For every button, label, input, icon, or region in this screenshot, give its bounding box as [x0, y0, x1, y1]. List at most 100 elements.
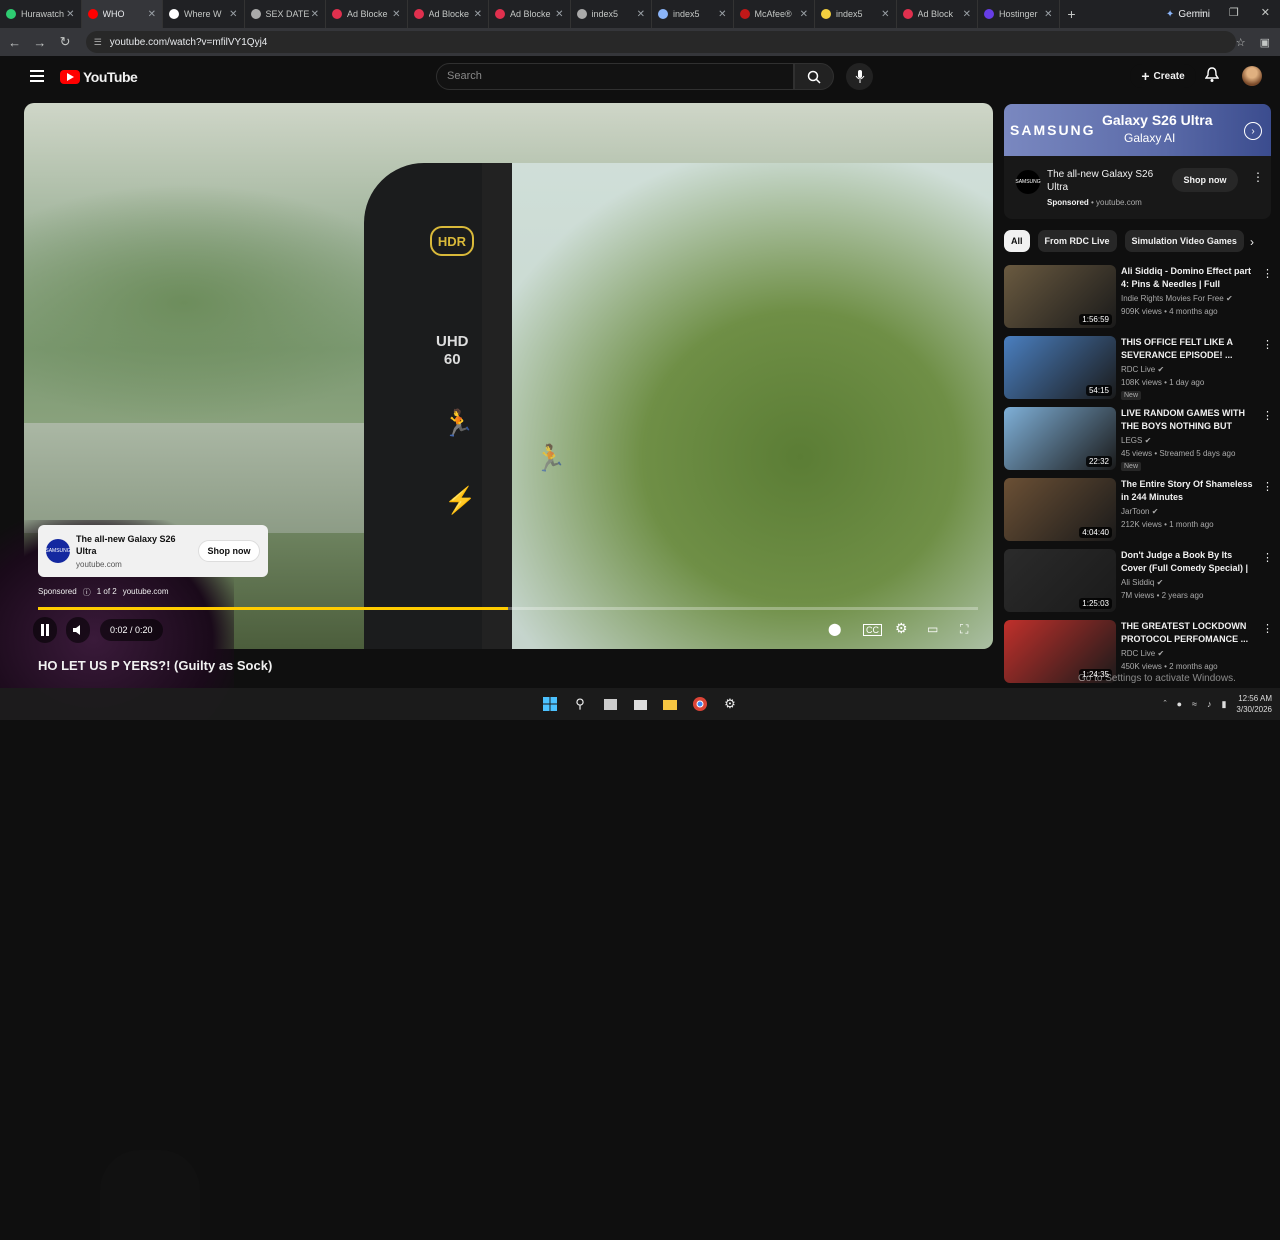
- browser-tab[interactable]: Hurawatch ✕: [0, 0, 82, 28]
- close-tab-icon[interactable]: ✕: [637, 9, 645, 20]
- close-tab-icon[interactable]: ✕: [963, 9, 971, 20]
- channel-name[interactable]: RDC Live ✔: [1121, 365, 1164, 374]
- battery-icon[interactable]: ▮: [1221, 699, 1226, 710]
- recommendation-item[interactable]: 4:04:40 The Entire Story Of Shameless in …: [1004, 478, 1274, 542]
- recommendation-item[interactable]: 54:15 THIS OFFICE FELT LIKE A SEVERANCE E…: [1004, 336, 1274, 400]
- hamburger-menu-icon[interactable]: [30, 70, 44, 85]
- sidebar-ad[interactable]: SAMSUNG Galaxy S26 Ultra Galaxy AI › SAM…: [1004, 104, 1271, 219]
- info-icon[interactable]: ⓘ: [83, 587, 91, 598]
- channel-name[interactable]: LEGS ✔: [1121, 436, 1151, 445]
- recommendation-title[interactable]: Don't Judge a Book By Its Cover (Full Co…: [1121, 549, 1259, 575]
- recommendation-title[interactable]: Ali Siddiq - Domino Effect part 4: Pins …: [1121, 265, 1259, 291]
- site-info-icon[interactable]: ☰: [94, 37, 102, 48]
- more-options-icon[interactable]: ⋮: [1262, 338, 1273, 351]
- browser-tab[interactable]: index5 ✕: [571, 0, 652, 28]
- settings-app-icon[interactable]: ⚙: [719, 693, 741, 715]
- browser-tab[interactable]: Ad Blocke ✕: [408, 0, 489, 28]
- recommendation-title[interactable]: The Entire Story Of Shameless in 244 Min…: [1121, 478, 1259, 504]
- forward-icon[interactable]: →: [29, 35, 50, 50]
- recommendation-title[interactable]: LIVE RANDOM GAMES WITH THE BOYS NOTHING …: [1121, 407, 1259, 433]
- in-video-ad-card[interactable]: SAMSUNG The all-new Galaxy S26 Ultra you…: [38, 525, 268, 577]
- clock[interactable]: 12:56 AM 3/30/2026: [1236, 693, 1272, 715]
- chrome-icon[interactable]: [689, 693, 711, 715]
- recommendation-item[interactable]: 1:56:59 Ali Siddiq - Domino Effect part 4…: [1004, 265, 1274, 329]
- ad-banner[interactable]: SAMSUNG Galaxy S26 Ultra Galaxy AI ›: [1004, 104, 1271, 156]
- more-options-icon[interactable]: ⋮: [1262, 551, 1273, 564]
- more-options-icon[interactable]: ⋮: [1262, 409, 1273, 422]
- chevron-up-icon[interactable]: ˆ: [1164, 699, 1167, 709]
- pause-button[interactable]: [33, 617, 57, 643]
- reload-icon[interactable]: ↻: [54, 34, 75, 50]
- settings-gear-icon[interactable]: ⚙: [895, 620, 908, 637]
- theater-mode-icon[interactable]: ▭: [927, 622, 938, 636]
- channel-name[interactable]: RDC Live ✔: [1121, 649, 1164, 658]
- ad-site[interactable]: youtube.com: [123, 587, 169, 598]
- close-tab-icon[interactable]: ✕: [148, 9, 156, 20]
- account-avatar[interactable]: [1242, 66, 1262, 86]
- recommendation-title[interactable]: THIS OFFICE FELT LIKE A SEVERANCE EPISOD…: [1121, 336, 1259, 362]
- recommendation-title[interactable]: THE GREATEST LOCKDOWN PROTOCOL PERFOMANC…: [1121, 620, 1259, 646]
- channel-name[interactable]: JarToon ✔: [1121, 507, 1158, 516]
- recommendation-item[interactable]: 1:25:03 Don't Judge a Book By Its Cover (…: [1004, 549, 1274, 613]
- new-tab-icon[interactable]: +: [1060, 6, 1084, 22]
- arrow-right-icon[interactable]: ›: [1244, 122, 1262, 140]
- volume-button[interactable]: [66, 617, 90, 643]
- ad-shop-now-button[interactable]: Shop now: [198, 540, 260, 562]
- more-options-icon[interactable]: ⋮: [1262, 622, 1273, 635]
- browser-tab[interactable]: Ad Blocke ✕: [489, 0, 571, 28]
- filter-chip[interactable]: From RDC Live: [1037, 230, 1117, 252]
- youtube-logo[interactable]: YouTube: [60, 69, 138, 85]
- close-tab-icon[interactable]: ✕: [474, 9, 482, 20]
- browser-tab[interactable]: Where W ✕: [163, 0, 245, 28]
- windows-start-icon[interactable]: [539, 693, 561, 715]
- speaker-icon[interactable]: ♪: [1207, 699, 1212, 709]
- close-tab-icon[interactable]: ✕: [392, 9, 400, 20]
- browser-tab[interactable]: SEX DATE ✕: [245, 0, 326, 28]
- close-tab-icon[interactable]: ✕: [1044, 9, 1052, 20]
- filter-chip[interactable]: Simulation Video Games: [1124, 230, 1244, 252]
- back-icon[interactable]: ←: [4, 35, 25, 50]
- search-icon[interactable]: ⚲: [569, 693, 591, 715]
- notifications-bell-icon[interactable]: [1204, 67, 1220, 88]
- close-tab-icon[interactable]: ✕: [800, 9, 808, 20]
- video-thumbnail[interactable]: 1:56:59: [1004, 265, 1116, 328]
- restore-icon[interactable]: ❐: [1229, 6, 1239, 19]
- captions-icon[interactable]: CC: [863, 624, 882, 636]
- wifi-icon[interactable]: ≈: [1192, 699, 1197, 709]
- fullscreen-icon[interactable]: ⛶: [960, 622, 968, 637]
- bookmark-star-icon[interactable]: ☆: [1236, 36, 1246, 49]
- video-thumbnail[interactable]: 54:15: [1004, 336, 1116, 399]
- chevron-right-icon[interactable]: ›: [1250, 235, 1254, 249]
- extensions-icon[interactable]: ▣: [1260, 36, 1270, 49]
- video-thumbnail[interactable]: 4:04:40: [1004, 478, 1116, 541]
- microphone-icon[interactable]: ●: [1177, 699, 1182, 709]
- close-tab-icon[interactable]: ✕: [881, 9, 889, 20]
- video-thumbnail[interactable]: 22:32: [1004, 407, 1116, 470]
- browser-tab[interactable]: Ad Block ✕: [897, 0, 978, 28]
- search-button[interactable]: [794, 63, 834, 90]
- task-view-icon[interactable]: [599, 693, 621, 715]
- browser-tab[interactable]: index5 ✕: [815, 0, 897, 28]
- recommendation-item[interactable]: 22:32 LIVE RANDOM GAMES WITH THE BOYS NOT…: [1004, 407, 1274, 471]
- create-button[interactable]: + Create: [1130, 64, 1196, 88]
- filter-chip[interactable]: All: [1004, 230, 1030, 252]
- channel-name[interactable]: Ali Siddiq ✔: [1121, 578, 1163, 587]
- browser-tab[interactable]: Ad Blocke ✕: [326, 0, 408, 28]
- sidebar-ad-shop-button[interactable]: Shop now: [1172, 168, 1238, 192]
- browser-tab[interactable]: McAfee® ✕: [734, 0, 815, 28]
- more-options-icon[interactable]: ⋮: [1262, 267, 1273, 280]
- more-options-icon[interactable]: ⋮: [1262, 480, 1273, 493]
- close-window-icon[interactable]: ✕: [1261, 6, 1270, 19]
- video-thumbnail[interactable]: 1:25:03: [1004, 549, 1116, 612]
- close-tab-icon[interactable]: ✕: [311, 9, 319, 20]
- search-input[interactable]: Search: [436, 63, 794, 90]
- browser-tab[interactable]: index5 ✕: [652, 0, 734, 28]
- voice-search-button[interactable]: [846, 63, 873, 90]
- browser-tab[interactable]: Hostinger ✕: [978, 0, 1060, 28]
- close-tab-icon[interactable]: ✕: [718, 9, 726, 20]
- more-options-icon[interactable]: ⋮: [1252, 170, 1264, 184]
- close-tab-icon[interactable]: ✕: [66, 9, 74, 20]
- autoplay-toggle-icon[interactable]: ⬤: [828, 622, 841, 636]
- channel-name[interactable]: Indie Rights Movies For Free ✔: [1121, 294, 1233, 303]
- close-tab-icon[interactable]: ✕: [229, 9, 237, 20]
